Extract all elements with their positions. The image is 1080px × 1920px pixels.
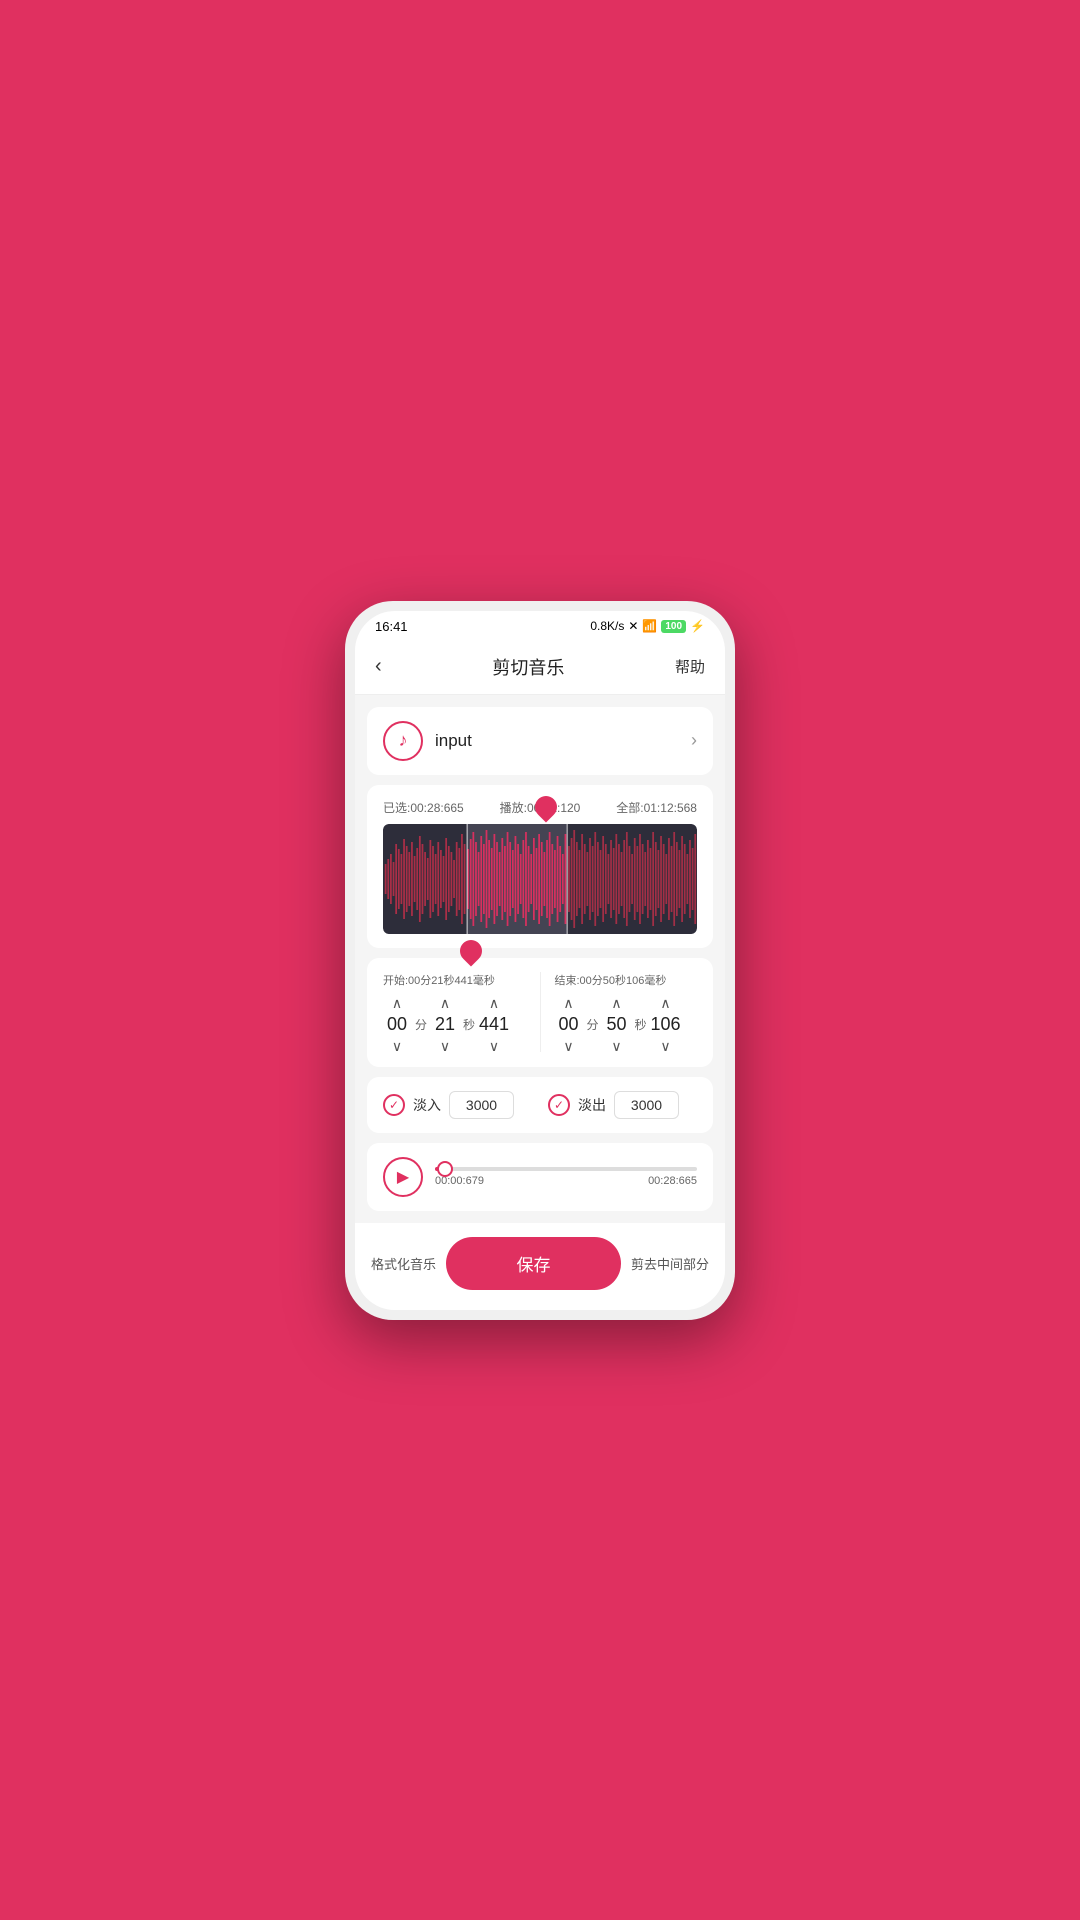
end-sec-value: 50 [603,1014,631,1035]
fade-out-check[interactable]: ✓ [548,1094,570,1116]
start-time-controls: ∧ 00 ∨ 分 ∧ 21 ∨ 秒 [383,996,526,1053]
chevron-right-icon: › [691,730,697,751]
charging-icon: ⚡ [690,619,705,633]
end-min-value: 00 [555,1014,583,1035]
trim-middle-button[interactable]: 剪去中间部分 [631,1254,709,1273]
phone-inner: 16:41 0.8K/s ✕ 📶 100 ⚡ ‹ 剪切音乐 帮助 [355,611,725,1310]
status-time: 16:41 [375,619,408,634]
start-min-col: ∧ 00 ∨ [383,996,411,1053]
fade-in-input[interactable] [449,1091,514,1119]
fade-row: ✓ 淡入 ✓ 淡出 [383,1091,697,1119]
total-time: 全部:01:12:568 [616,799,697,816]
end-min-down[interactable]: ∨ [563,1039,573,1053]
time-editor-card: 开始:00分21秒441毫秒 ∧ 00 ∨ 分 ∧ 21 ∨ [367,958,713,1067]
start-min-value: 00 [383,1014,411,1035]
help-button[interactable]: 帮助 [675,656,705,677]
end-sec-up[interactable]: ∧ [611,996,621,1010]
app-header: ‹ 剪切音乐 帮助 [355,640,725,695]
start-ms-down[interactable]: ∨ [489,1039,499,1053]
selected-time: 已选:00:28:665 [383,799,464,816]
fade-in-item: ✓ 淡入 [383,1091,532,1119]
waveform-card: 已选:00:28:665 播放:00:22:120 全部:01:12:568 [367,785,713,948]
time-editor: 开始:00分21秒441毫秒 ∧ 00 ∨ 分 ∧ 21 ∨ [383,972,697,1053]
end-ms-up[interactable]: ∧ [660,996,670,1010]
end-min-up[interactable]: ∧ [563,996,573,1010]
player-card: ▶ 00:00:679 00:28:665 [367,1143,713,1211]
format-music-button[interactable]: 格式化音乐 [371,1254,436,1273]
slider-track[interactable] [435,1167,697,1171]
page-title: 剪切音乐 [492,654,564,680]
end-ms-down[interactable]: ∨ [660,1039,670,1053]
end-ms-col: ∧ 106 ∨ [651,996,681,1053]
file-left: ♪ input [383,721,472,761]
file-row: ♪ input › [383,721,697,761]
play-icon: ▶ [397,1167,409,1187]
start-sec-down[interactable]: ∨ [440,1039,450,1053]
file-name: input [435,731,472,751]
pin-bottom-head [455,935,486,966]
start-sec-col: ∧ 21 ∨ [431,996,459,1053]
time-divider [540,972,541,1052]
end-ms-value: 106 [651,1014,681,1035]
end-time-controls: ∧ 00 ∨ 分 ∧ 50 ∨ 秒 [555,996,698,1053]
player-slider-col: 00:00:679 00:28:665 [435,1167,697,1187]
waveform-bg [383,824,697,934]
end-time-label: 结束:00分50秒106毫秒 [555,972,698,988]
start-time-label: 开始:00分21秒441毫秒 [383,972,526,988]
save-button[interactable]: 保存 [446,1237,621,1290]
bottom-bar: 格式化音乐 保存 剪去中间部分 [355,1223,725,1310]
start-sec-unit: 秒 [463,1016,475,1033]
end-sec-col: ∧ 50 ∨ [603,996,631,1053]
start-time-section: 开始:00分21秒441毫秒 ∧ 00 ∨ 分 ∧ 21 ∨ [383,972,526,1053]
play-button[interactable]: ▶ [383,1157,423,1197]
signal-icon: ✕ [628,619,638,633]
start-min-down[interactable]: ∨ [392,1039,402,1053]
music-icon: ♪ [383,721,423,761]
waveform-svg [383,824,697,934]
battery-icon: 100 [661,620,686,633]
pin-top-head [531,791,562,822]
pin-bottom [460,940,482,962]
pin-top [535,796,557,818]
end-time-section: 结束:00分50秒106毫秒 ∧ 00 ∨ 分 ∧ 50 ∨ [555,972,698,1053]
current-time: 00:00:679 [435,1175,484,1187]
fade-in-check[interactable]: ✓ [383,1094,405,1116]
fade-out-label: 淡出 [578,1095,606,1115]
fade-out-item: ✓ 淡出 [548,1091,697,1119]
slider-thumb[interactable] [437,1161,453,1177]
fade-in-label: 淡入 [413,1095,441,1115]
start-ms-up[interactable]: ∧ [489,996,499,1010]
start-ms-col: ∧ 441 ∨ [479,996,509,1053]
start-min-unit: 分 [415,1016,427,1033]
start-ms-value: 441 [479,1014,509,1035]
waveform-container[interactable] [383,824,697,934]
end-min-col: ∧ 00 ∨ [555,996,583,1053]
fade-card: ✓ 淡入 ✓ 淡出 [367,1077,713,1133]
back-button[interactable]: ‹ [375,655,382,678]
status-right: 0.8K/s ✕ 📶 100 ⚡ [590,619,705,633]
total-duration: 00:28:665 [648,1175,697,1187]
status-bar: 16:41 0.8K/s ✕ 📶 100 ⚡ [355,611,725,640]
start-sec-value: 21 [431,1014,459,1035]
end-sec-down[interactable]: ∨ [611,1039,621,1053]
wifi-icon: 📶 [642,619,657,633]
main-content: ♪ input › 已选:00:28:665 播放:00:22:120 全部:0… [355,695,725,1223]
network-speed: 0.8K/s [590,619,624,633]
end-min-unit: 分 [587,1016,599,1033]
player-row: ▶ 00:00:679 00:28:665 [383,1157,697,1197]
file-card[interactable]: ♪ input › [367,707,713,775]
slider-times: 00:00:679 00:28:665 [435,1175,697,1187]
fade-out-input[interactable] [614,1091,679,1119]
start-sec-up[interactable]: ∧ [440,996,450,1010]
phone-frame: 16:41 0.8K/s ✕ 📶 100 ⚡ ‹ 剪切音乐 帮助 [345,601,735,1320]
end-sec-unit: 秒 [635,1016,647,1033]
start-min-up[interactable]: ∧ [392,996,402,1010]
